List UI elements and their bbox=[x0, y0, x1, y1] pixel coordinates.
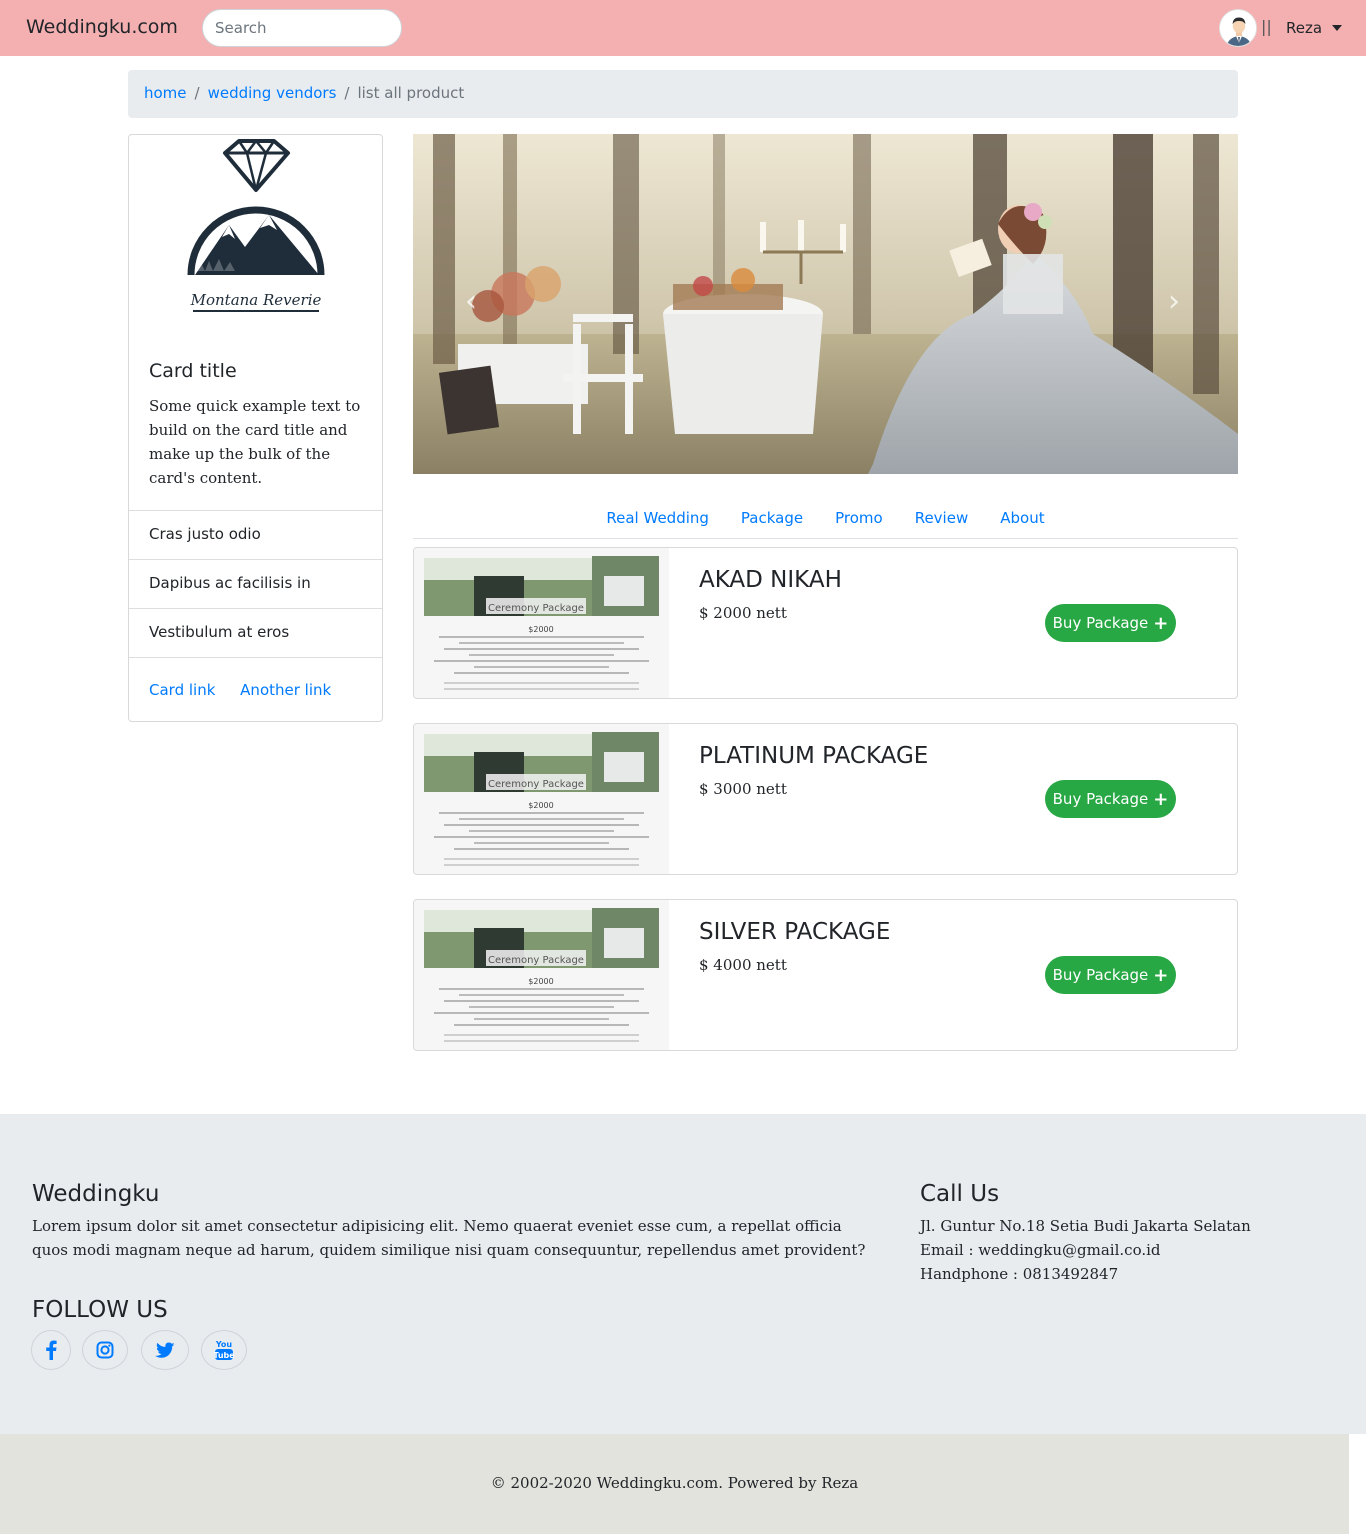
navbar: Weddingku.com || Reza bbox=[0, 0, 1366, 56]
buy-package-button[interactable]: Buy Package + bbox=[1045, 956, 1176, 994]
tab-about[interactable]: About bbox=[984, 506, 1060, 538]
footer bbox=[0, 1114, 1366, 1434]
package-price: $ 4000 nett bbox=[699, 956, 787, 974]
plus-icon: + bbox=[1153, 612, 1169, 634]
youtube-icon[interactable]: You Tube bbox=[201, 1330, 247, 1370]
svg-text:$2000: $2000 bbox=[528, 801, 553, 810]
svg-text:You: You bbox=[215, 1340, 233, 1349]
card-text: Some quick example text to build on the … bbox=[149, 397, 361, 487]
svg-text:Ceremony Package: Ceremony Package bbox=[488, 779, 584, 790]
footer-phone: Handphone : 0813492847 bbox=[920, 1265, 1119, 1283]
hero-carousel[interactable]: ‹ › bbox=[413, 134, 1238, 474]
chevron-left-icon[interactable]: ‹ bbox=[465, 284, 477, 319]
twitter-icon[interactable] bbox=[141, 1330, 189, 1370]
another-link[interactable]: Another link bbox=[240, 681, 331, 699]
svg-text:Tube: Tube bbox=[214, 1351, 234, 1360]
instagram-icon[interactable] bbox=[82, 1330, 128, 1370]
footer-about-title: Weddingku bbox=[32, 1181, 160, 1207]
card-link[interactable]: Card link bbox=[149, 681, 215, 699]
breadcrumb-separator: / bbox=[194, 84, 200, 102]
list-item: Cras justo odio bbox=[129, 510, 382, 559]
breadcrumb-wedding-vendors[interactable]: wedding vendors bbox=[208, 84, 337, 104]
tab-real-wedding[interactable]: Real Wedding bbox=[590, 506, 725, 538]
package-thumbnail: Ceremony Package $2000 bbox=[414, 724, 669, 874]
vendor-tabs: Real Wedding Package Promo Review About bbox=[413, 506, 1238, 539]
user-name: Reza bbox=[1286, 19, 1323, 37]
package-thumbnail: Ceremony Package $2000 bbox=[414, 548, 669, 698]
buy-package-label: Buy Package bbox=[1052, 790, 1149, 808]
tab-review[interactable]: Review bbox=[899, 506, 985, 538]
breadcrumb: home / wedding vendors / list all produc… bbox=[128, 70, 1238, 118]
breadcrumb-separator: / bbox=[344, 84, 350, 102]
nav-separator: || bbox=[1261, 17, 1272, 36]
svg-text:$2000: $2000 bbox=[528, 625, 553, 634]
footer-address: Jl. Guntur No.18 Setia Budi Jakarta Sela… bbox=[920, 1217, 1251, 1235]
package-title: SILVER PACKAGE bbox=[699, 919, 891, 945]
user-dropdown[interactable]: Reza bbox=[1286, 19, 1343, 37]
svg-text:Ceremony Package: Ceremony Package bbox=[488, 603, 584, 614]
buy-package-label: Buy Package bbox=[1052, 966, 1149, 984]
footer-follow-title: FOLLOW US bbox=[32, 1297, 168, 1323]
vendor-logo: Montana Reverie bbox=[129, 135, 382, 335]
breadcrumb-home[interactable]: home bbox=[144, 84, 187, 104]
tab-package[interactable]: Package bbox=[725, 506, 819, 538]
package-card: Ceremony Package $2000 PLATINUM PACKAGE … bbox=[413, 723, 1238, 875]
package-card: Ceremony Package $2000 AKAD NIKAH $ 2000… bbox=[413, 547, 1238, 699]
card-title: Card title bbox=[149, 360, 237, 382]
vendor-logo-text: Montana Reverie bbox=[190, 291, 322, 309]
tab-promo[interactable]: Promo bbox=[819, 506, 899, 538]
brand-logo[interactable]: Weddingku.com bbox=[26, 16, 178, 38]
footer-email: Email : weddingku@gmail.co.id bbox=[920, 1241, 1161, 1259]
list-item: Vestibulum at eros bbox=[129, 608, 382, 657]
plus-icon: + bbox=[1153, 788, 1169, 810]
facebook-icon[interactable] bbox=[31, 1330, 71, 1370]
svg-text:Ceremony Package: Ceremony Package bbox=[488, 955, 584, 966]
footer-call-title: Call Us bbox=[920, 1181, 1000, 1207]
footer-about-text: Lorem ipsum dolor sit amet consectetur a… bbox=[32, 1217, 866, 1259]
breadcrumb-current: list all product bbox=[357, 84, 465, 102]
buy-package-label: Buy Package bbox=[1052, 614, 1149, 632]
plus-icon: + bbox=[1153, 964, 1169, 986]
package-price: $ 3000 nett bbox=[699, 780, 787, 798]
card-links: Card link Another link bbox=[149, 681, 351, 699]
list-item: Dapibus ac facilisis in bbox=[129, 559, 382, 608]
caret-down-icon bbox=[1332, 25, 1343, 31]
package-price: $ 2000 nett bbox=[699, 604, 787, 622]
copyright-text: © 2002-2020 Weddingku.com. Powered by Re… bbox=[490, 1474, 859, 1492]
carousel-image bbox=[413, 134, 1238, 474]
search-input[interactable] bbox=[202, 9, 402, 47]
avatar[interactable] bbox=[1219, 9, 1257, 47]
chevron-right-icon[interactable]: › bbox=[1168, 284, 1180, 319]
vendor-card: Montana Reverie Card title Some quick ex… bbox=[128, 134, 383, 722]
package-title: AKAD NIKAH bbox=[699, 567, 842, 593]
package-thumbnail: Ceremony Package $2000 bbox=[414, 900, 669, 1050]
buy-package-button[interactable]: Buy Package + bbox=[1045, 604, 1176, 642]
package-title: PLATINUM PACKAGE bbox=[699, 743, 929, 769]
buy-package-button[interactable]: Buy Package + bbox=[1045, 780, 1176, 818]
package-card: Ceremony Package $2000 SILVER PACKAGE $ … bbox=[413, 899, 1238, 1051]
svg-text:$2000: $2000 bbox=[528, 977, 553, 986]
